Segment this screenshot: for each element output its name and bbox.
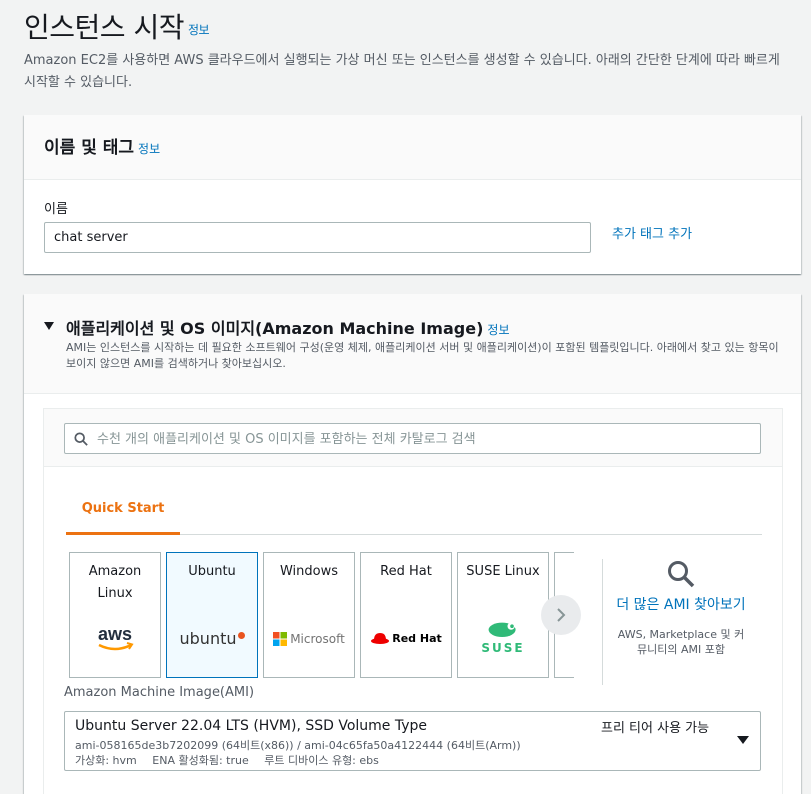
ami-select[interactable]: Ubuntu Server 22.04 LTS (HVM), SSD Volum… [64,711,761,771]
name-tags-panel: 이름 및 태그정보 이름 추가 태그 추가 [24,115,801,274]
ami-search-input[interactable] [97,429,747,449]
ami-panel: 애플리케이션 및 OS 이미지(Amazon Machine Image) 정보 … [24,294,801,794]
page-title-text: 인스턴스 시작 [24,11,184,44]
tile-label: Windows [279,564,339,579]
redhat-logo-icon: Red Hat [361,619,451,659]
ami-browser: Quick Start Amazon Linux aws Ubuntu ubun… [43,408,783,794]
page-description: Amazon EC2를 사용하면 AWS 클라우드에서 실행되는 가상 머신 또… [24,53,780,90]
chevron-down-icon[interactable] [737,736,749,744]
ami-virtualization: 가상화: hvm [75,754,137,767]
ami-info-link[interactable]: 정보 [487,323,509,337]
microsoft-logo-icon: Microsoft [264,619,354,659]
tile-windows[interactable]: Windows Microsoft [263,552,355,678]
add-tags-link[interactable]: 추가 태그 추가 [612,223,692,242]
tab-quick-start[interactable]: Quick Start [66,489,180,535]
ami-selected-name: Ubuntu Server 22.04 LTS (HVM), SSD Volum… [75,718,428,734]
suse-logo-icon: SUSE [458,619,548,659]
suse-logo-text: SUSE [481,641,525,655]
page-title: 인스턴스 시작 정보 [24,6,210,46]
tile-label: Ubuntu [188,564,236,579]
ami-search-box[interactable] [64,423,761,454]
ami-description: AMI는 인스턴스를 시작하는 데 필요한 소프트웨어 구성(운영 체제, 애플… [66,341,779,370]
search-icon [668,561,695,588]
tile-suse[interactable]: SUSE Linux SUSE [457,552,549,678]
name-label: 이름 [44,202,68,217]
collapse-caret-icon[interactable] [44,322,54,330]
divider [602,559,603,685]
search-band [44,409,782,467]
free-tier-badge: 프리 티어 사용 가능 [601,721,710,736]
chevron-right-icon [557,608,566,622]
search-icon [74,432,88,446]
name-tags-info-link[interactable]: 정보 [138,142,160,156]
ami-select-label: Amazon Machine Image(AMI) [64,685,255,700]
microsoft-logo-text: Microsoft [290,632,345,646]
aws-logo-text: aws [98,624,132,644]
tile-label: Red Hat [380,564,432,579]
aws-logo-icon: aws [70,619,160,659]
browse-more-area: 더 많은 AMI 찾아보기 AWS, Marketplace 및 커뮤니티의 A… [614,559,748,657]
ami-title-text: 애플리케이션 및 OS 이미지(Amazon Machine Image) [66,319,484,338]
tile-label: SUSE Linux [466,564,540,579]
ami-header: 애플리케이션 및 OS 이미지(Amazon Machine Image) 정보 … [24,294,801,394]
tile-ubuntu[interactable]: Ubuntu ubuntu [166,552,258,678]
ubuntu-logo-text: ubuntu [179,629,237,648]
ami-tabs: Quick Start [66,489,762,535]
page-info-link[interactable]: 정보 [188,23,210,37]
ami-meta: 가상화: hvm ENA 활성화됨: true 루트 디바이스 유형: ebs [75,752,391,768]
tile-amazon-linux[interactable]: Amazon Linux aws [69,552,161,678]
next-tiles-button[interactable] [541,595,581,635]
ami-ena: ENA 활성화됨: true [152,754,249,767]
browse-more-amis-link[interactable]: 더 많은 AMI 찾아보기 [614,595,748,615]
ubuntu-logo-icon: ubuntu [167,619,257,659]
name-field[interactable] [44,222,591,253]
ami-root-device: 루트 디바이스 유형: ebs [264,754,379,767]
redhat-logo-text: Red Hat [392,632,442,645]
tile-redhat[interactable]: Red Hat Red Hat [360,552,452,678]
ami-title: 애플리케이션 및 OS 이미지(Amazon Machine Image) 정보 [66,315,510,339]
name-tags-title: 이름 및 태그 [44,138,135,158]
name-tags-header: 이름 및 태그 정보 [24,115,801,180]
tile-label: Amazon Linux [88,564,142,601]
browse-more-note: AWS, Marketplace 및 커뮤니티의 AMI 포함 [617,628,745,656]
ami-ids: ami-058165de3b7202099 (64비트(x86)) / ami-… [75,739,521,752]
